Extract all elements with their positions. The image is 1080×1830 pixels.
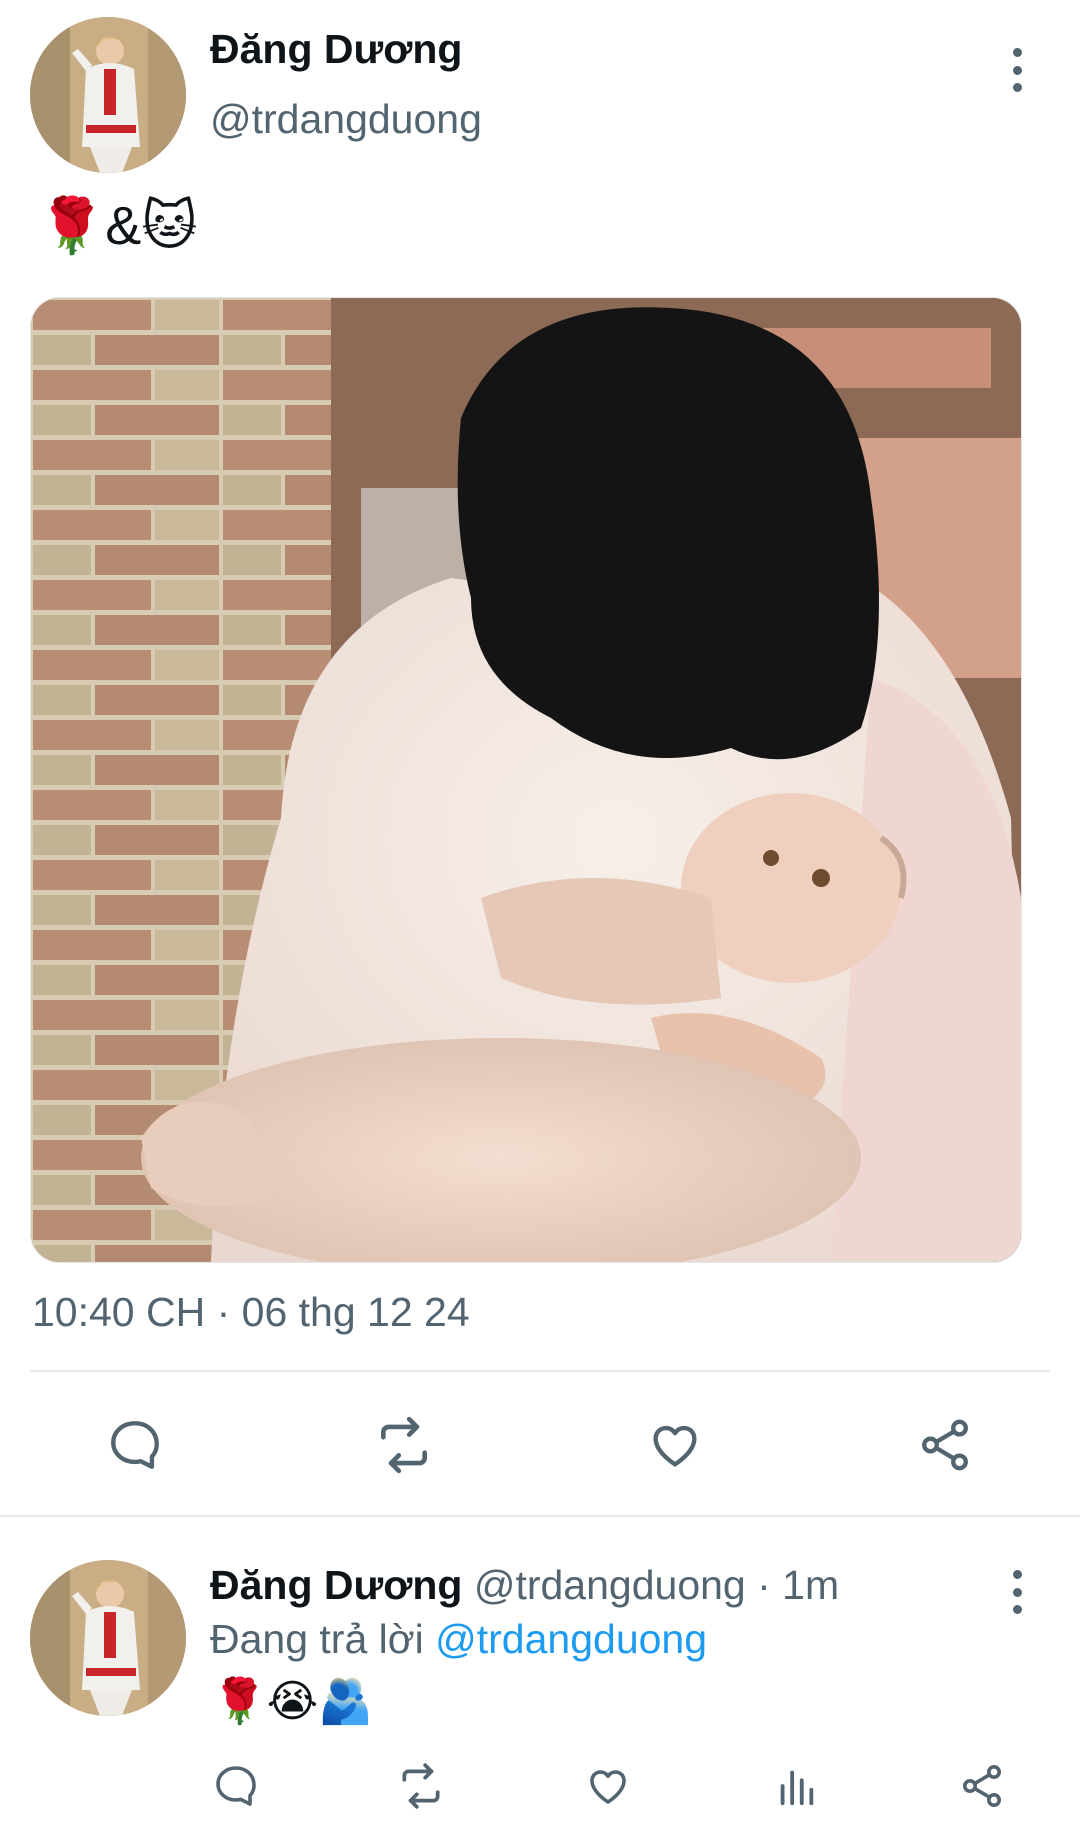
share-icon[interactable]	[910, 1410, 980, 1480]
avatar-image	[30, 1560, 186, 1716]
views-icon[interactable]	[770, 1760, 822, 1812]
author-name[interactable]: Đăng Dương	[210, 26, 462, 73]
avatar[interactable]	[30, 17, 186, 173]
retweet-icon[interactable]	[369, 1410, 439, 1480]
replying-to-prefix: Đang trả lời	[210, 1616, 436, 1662]
avatar-image	[30, 17, 186, 173]
share-icon[interactable]	[956, 1760, 1008, 1812]
more-vertical-icon[interactable]	[1007, 48, 1027, 92]
photo-person-holding-cat	[31, 298, 1021, 1262]
reply-header: Đăng Dương @trdangduong · 1m	[210, 1562, 839, 1609]
divider	[30, 1370, 1050, 1372]
heart-icon[interactable]	[640, 1410, 710, 1480]
reply-author-name[interactable]: Đăng Dương	[210, 1562, 462, 1608]
reply-time[interactable]: · 1m	[757, 1562, 839, 1608]
reply-avatar[interactable]	[30, 1560, 186, 1716]
reply-more-vertical-icon[interactable]	[1007, 1570, 1027, 1614]
reply-icon[interactable]	[100, 1410, 170, 1480]
tweet-text: 🌹&🐱	[38, 196, 198, 256]
replying-to: Đang trả lời @trdangduong	[210, 1616, 707, 1663]
author-handle[interactable]: @trdangduong	[210, 96, 482, 143]
timestamp[interactable]: 10:40 CH · 06 thg 12 24	[32, 1289, 470, 1336]
tweet-media[interactable]	[30, 297, 1022, 1263]
reply-text: 🌹😭🫂	[212, 1677, 373, 1726]
reply-author-handle[interactable]: @trdangduong	[474, 1562, 746, 1608]
heart-icon[interactable]	[582, 1760, 634, 1812]
retweet-icon[interactable]	[395, 1760, 447, 1812]
reply-icon[interactable]	[210, 1760, 262, 1812]
replying-to-handle[interactable]: @trdangduong	[435, 1616, 707, 1662]
section-divider	[0, 1515, 1080, 1517]
